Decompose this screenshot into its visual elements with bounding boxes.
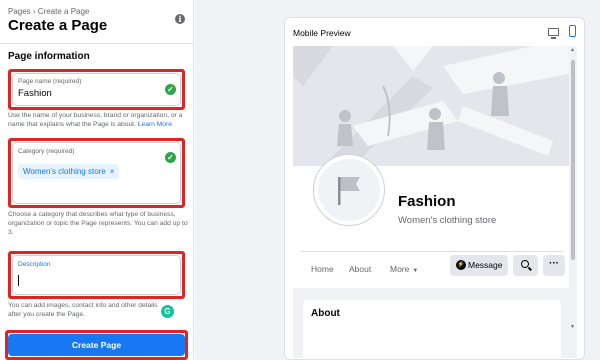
more-icon: ···	[549, 258, 559, 269]
nav-more-label: More	[390, 264, 410, 274]
cover-photo	[293, 46, 569, 166]
highlight-box-2	[8, 138, 185, 208]
about-heading: About	[311, 308, 340, 319]
preview-page-category: Women's clothing store	[398, 215, 497, 226]
mobile-icon[interactable]	[569, 25, 576, 37]
desktop-icon[interactable]	[548, 28, 559, 39]
page-name-help: Use the name of your business, brand or …	[8, 112, 188, 130]
message-button[interactable]: ⚡ Message	[450, 255, 508, 276]
highlight-box-4	[5, 330, 188, 360]
category-help: Choose a category that describes what ty…	[8, 211, 188, 236]
scroll-down-icon[interactable]: ▼	[570, 324, 575, 330]
header-divider	[0, 43, 193, 44]
highlight-box-3	[8, 251, 185, 299]
mobile-preview-card: Mobile Preview Fashion Women's clothing …	[284, 17, 585, 360]
preview-scrollbar-thumb[interactable]	[571, 60, 575, 260]
nav-home[interactable]: Home	[311, 264, 334, 274]
nav-divider	[301, 251, 563, 252]
avatar[interactable]	[313, 154, 385, 226]
phone-preview: Fashion Women's clothing store Home Abou…	[293, 46, 569, 358]
about-card: About	[303, 300, 561, 358]
section-title: Page information	[8, 51, 90, 62]
flag-icon	[338, 177, 360, 205]
breadcrumb[interactable]: Pages › Create a Page	[8, 7, 89, 16]
info-icon[interactable]: i	[175, 14, 185, 24]
more-options-button[interactable]: ···	[543, 255, 565, 276]
preview-title: Mobile Preview	[293, 28, 351, 38]
scroll-up-icon[interactable]: ▲	[570, 47, 575, 53]
description-help: You can add images, contact info and oth…	[8, 302, 158, 318]
preview-page-name: Fashion	[398, 193, 456, 210]
avatar-placeholder	[318, 159, 380, 221]
nav-about[interactable]: About	[349, 264, 371, 274]
nav-more[interactable]: More ▼	[390, 264, 418, 274]
create-page-panel: Pages › Create a Page Create a Page i Pa…	[0, 0, 194, 360]
message-button-label: Message	[468, 260, 503, 270]
highlight-box-1	[8, 69, 185, 110]
learn-more-link[interactable]: Learn More	[138, 121, 172, 128]
chevron-down-icon: ▼	[412, 268, 419, 274]
grammarly-icon[interactable]: G	[161, 305, 174, 318]
page-title: Create a Page	[8, 17, 108, 34]
cover-illustration	[293, 46, 569, 166]
messenger-icon: ⚡	[456, 260, 466, 270]
search-icon	[521, 260, 529, 268]
search-button[interactable]	[513, 255, 538, 276]
